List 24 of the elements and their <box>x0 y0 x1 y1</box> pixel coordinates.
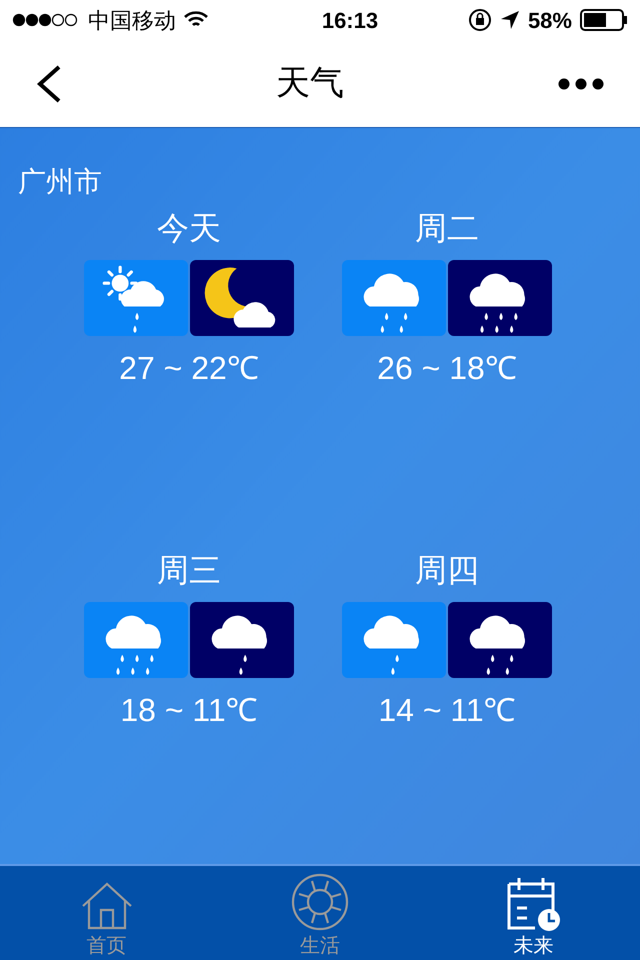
signal-icon <box>12 13 80 27</box>
carrier-name: 中国移动 <box>88 6 176 34</box>
lifebuoy-icon <box>290 872 350 932</box>
temperature-range: 27 ~ 22℃ <box>119 352 259 384</box>
page-title: 天气 <box>276 63 344 104</box>
temperature-range: 14 ~ 11℃ <box>378 694 516 726</box>
tab[interactable]: 生活 <box>213 866 427 960</box>
more-icon[interactable] <box>558 78 604 90</box>
location-arrow-icon <box>500 10 520 30</box>
day-label: 周三 <box>157 554 221 586</box>
temperature-range: 26 ~ 18℃ <box>377 352 517 384</box>
tab[interactable]: 首页 <box>0 866 214 960</box>
tab[interactable]: 未来 <box>426 866 640 960</box>
back-icon[interactable] <box>36 64 62 102</box>
calendar-clock-icon <box>505 876 562 932</box>
day-label: 周二 <box>415 212 479 244</box>
rotation-lock-icon <box>468 8 492 32</box>
battery-percent: 58% <box>528 6 572 34</box>
city-name: 广州市 <box>18 168 102 196</box>
clock-time: 16:13 <box>322 6 378 34</box>
day-label: 今天 <box>157 212 221 244</box>
day-label: 周四 <box>415 554 479 586</box>
temperature-range: 18 ~ 11℃ <box>120 694 258 726</box>
battery-icon <box>580 9 628 31</box>
